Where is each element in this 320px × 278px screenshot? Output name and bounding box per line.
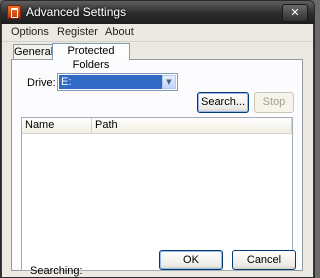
menu-options[interactable]: Options [11, 26, 49, 38]
menu-register[interactable]: Register [57, 26, 98, 38]
drive-select[interactable]: E: ▼ [57, 73, 178, 91]
protected-folders-panel: Drive: E: ▼ Search... Stop Name Path Sea… [11, 59, 303, 277]
close-button[interactable]: ✕ [282, 4, 308, 22]
list-header: Name Path [22, 118, 292, 134]
cancel-button[interactable]: Cancel [232, 250, 296, 270]
tab-protected-folders[interactable]: Protected Folders [52, 43, 130, 71]
drive-select-value: E: [59, 75, 162, 89]
status-text: Searching: [30, 265, 83, 277]
stop-button[interactable]: Stop [254, 92, 294, 113]
window-title: Advanced Settings [26, 5, 127, 19]
advanced-settings-window: Advanced Settings ✕ Options Register Abo… [0, 0, 315, 278]
results-list[interactable]: Name Path [21, 117, 293, 271]
menu-about[interactable]: About [105, 26, 134, 38]
ok-button[interactable]: OK [159, 250, 223, 270]
search-button[interactable]: Search... [197, 92, 249, 113]
column-header-path[interactable]: Path [92, 118, 292, 133]
title-bar[interactable]: Advanced Settings ✕ [1, 1, 314, 24]
tab-general[interactable]: General [13, 44, 53, 59]
drive-label: Drive: [27, 77, 56, 89]
column-header-name[interactable]: Name [22, 118, 92, 133]
dialog-client-area: Options Register About General Protected… [2, 24, 313, 277]
menu-bar: Options Register About [2, 24, 313, 42]
app-icon [7, 5, 21, 19]
chevron-down-icon[interactable]: ▼ [162, 75, 176, 89]
